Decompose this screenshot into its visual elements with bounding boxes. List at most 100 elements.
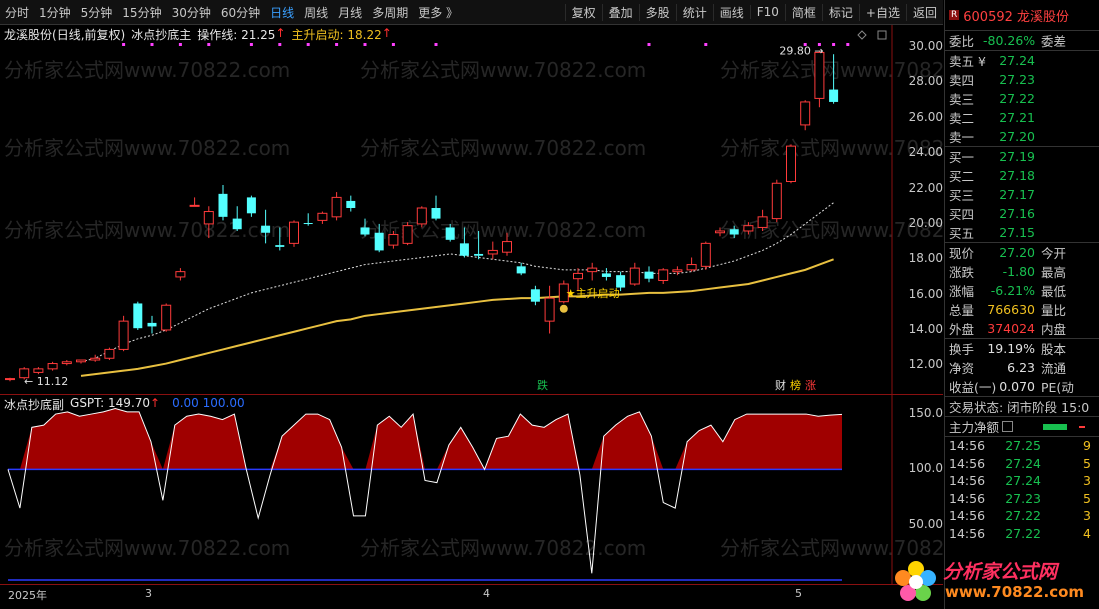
period-tab[interactable]: 多周期: [367, 4, 413, 21]
bid-row: 买一 27.19: [945, 147, 1099, 166]
ask-row-label: 卖五 ¥: [949, 54, 986, 69]
trade-status-row: 交易状态: 闭市阶段 15:0: [945, 396, 1099, 416]
list-icon[interactable]: [1002, 421, 1014, 432]
weibi-row: 委比 -80.26% 委差: [945, 30, 1099, 50]
candle-body: [218, 193, 228, 217]
adjust-mode-label: (日线,前复权): [52, 28, 126, 42]
stat-row-extra: 流通: [1041, 361, 1067, 376]
signal-dot: [363, 43, 367, 46]
tag-bang: 榜: [790, 378, 801, 392]
period-tab[interactable]: 15分钟: [117, 4, 166, 21]
quote-row-extra: 今开: [1041, 246, 1067, 261]
period-tab[interactable]: 更多 》: [413, 4, 463, 21]
watermark-text: 分析家公式网www.70822.com: [4, 536, 290, 560]
y-tick-label: 14.00: [908, 321, 943, 336]
signal-dot: [150, 43, 154, 46]
bid-row-value: 27.17: [999, 187, 1035, 202]
toolbar-button[interactable]: 统计: [675, 3, 713, 21]
tag-die: 跌: [537, 378, 548, 392]
quote-row-value: -1.80: [1002, 264, 1035, 279]
quote-row-extra: 最高: [1041, 265, 1067, 280]
watermark-text: 分析家公式网www.70822.com: [360, 136, 646, 160]
candle-body: [445, 227, 455, 240]
stock-code-name[interactable]: 600592 龙溪股份: [963, 6, 1069, 25]
candle-body: [360, 227, 370, 235]
candle-body: [47, 363, 58, 370]
candle-body: [530, 289, 540, 302]
tick-volume: 4: [1083, 525, 1091, 541]
candle-body: [388, 234, 399, 246]
candle-body: [275, 245, 285, 247]
stat-row-label: 换手: [949, 342, 975, 357]
candle-body: [814, 51, 825, 99]
period-tab[interactable]: 月线: [333, 4, 367, 21]
signal-dot: [704, 43, 708, 46]
candle-body: [474, 253, 484, 256]
tick-row: 14:56 27.22 3: [945, 507, 1099, 525]
x-tick-label: 5: [795, 587, 802, 600]
candle-body: [289, 221, 299, 244]
period-tab[interactable]: 周线: [299, 4, 333, 21]
x-tick-label: 2025年: [8, 589, 47, 602]
candle-body: [829, 89, 839, 102]
signal-dot: [391, 43, 395, 46]
indicator-name-label[interactable]: 冰点抄底主: [131, 26, 191, 43]
toolbar-button[interactable]: +自选: [858, 3, 906, 21]
toolbar-button[interactable]: 叠加: [601, 3, 639, 21]
tick-row: 14:56 27.24 3: [945, 472, 1099, 490]
ask-list: 卖五 ¥ 27.24 卖四 27.23 卖三 27.22 卖二 27.21 卖一 27.20: [945, 50, 1099, 146]
toolbar-right: 复权 叠加 多股 统计 画线 F10 简框 标记 +自选 返回: [564, 0, 943, 24]
x-tick-label: 4: [483, 587, 490, 600]
tick-price: 27.25: [1005, 438, 1041, 454]
candle-body: [331, 196, 342, 218]
sub-indicator-chart[interactable]: 分析家公式网www.70822.com 分析家公式网www.70822.com 分析…: [0, 395, 943, 585]
stock-header: R 600592 龙溪股份: [945, 0, 1099, 30]
candle-body: [459, 243, 469, 256]
candle-body: [771, 182, 782, 220]
quote-row-label: 外盘: [949, 322, 975, 337]
period-tab[interactable]: 60分钟: [216, 4, 265, 21]
stats-list: 换手 19.19% 股本 净资 6.23 流通 收益(一) 0.070 PE(动: [945, 338, 1099, 396]
toolbar-button[interactable]: 复权: [564, 3, 602, 21]
y-tick-label: 24.00: [908, 145, 943, 160]
candle-body: [715, 230, 725, 234]
toolbar-button[interactable]: F10: [749, 5, 785, 19]
y-tick-label: 16.00: [908, 286, 943, 301]
period-tab[interactable]: 30分钟: [167, 4, 216, 21]
stat-row-extra: 股本: [1041, 342, 1067, 357]
bid-row-value: 27.19: [999, 149, 1035, 164]
period-tab[interactable]: 5分钟: [76, 4, 118, 21]
main-flow-row[interactable]: 主力净额: [945, 416, 1099, 436]
y-tick-label: 20.00: [908, 215, 943, 230]
toolbar-button[interactable]: 多股: [638, 3, 676, 21]
ask-row: 卖五 ¥ 27.24: [945, 51, 1099, 70]
quote-row: 现价 27.20 今开: [945, 243, 1099, 262]
toolbar-button[interactable]: 简框: [784, 3, 822, 21]
toolbar-button[interactable]: 标记: [821, 3, 859, 21]
tick-volume: 3: [1083, 473, 1091, 489]
sub-indicator-name[interactable]: 冰点抄底副: [4, 396, 64, 413]
candle-body: [147, 322, 157, 327]
candle-body: [76, 359, 86, 363]
ask-row: 卖二 27.21: [945, 108, 1099, 127]
period-tab[interactable]: 分时: [0, 4, 34, 21]
tick-time: 14:56: [949, 438, 986, 454]
quote-row-label: 涨跌: [949, 265, 975, 280]
y-tick-label: 28.00: [908, 74, 943, 89]
candle-body: [90, 357, 101, 361]
candle-body: [516, 266, 526, 274]
candle-body: [175, 271, 186, 278]
quote-row-label: 现价: [949, 246, 975, 261]
tick-volume: 9: [1083, 438, 1091, 454]
period-tab[interactable]: 日线: [265, 4, 299, 21]
signal-dot: [249, 43, 253, 46]
toolbar-button[interactable]: 返回: [905, 3, 943, 21]
tick-row: 14:56 27.25 9: [945, 437, 1099, 455]
period-tab[interactable]: 1分钟: [34, 4, 76, 21]
y-tick-label: 18.00: [908, 251, 943, 266]
weibi-label: 委比: [949, 34, 975, 49]
price-chart[interactable]: 分析家公式网www.70822.com 分析家公式网www.70822.com 分析…: [0, 25, 943, 395]
ask-row-label: 卖四: [949, 73, 975, 88]
toolbar-button[interactable]: 画线: [712, 3, 750, 21]
tick-volume: 5: [1083, 490, 1091, 506]
